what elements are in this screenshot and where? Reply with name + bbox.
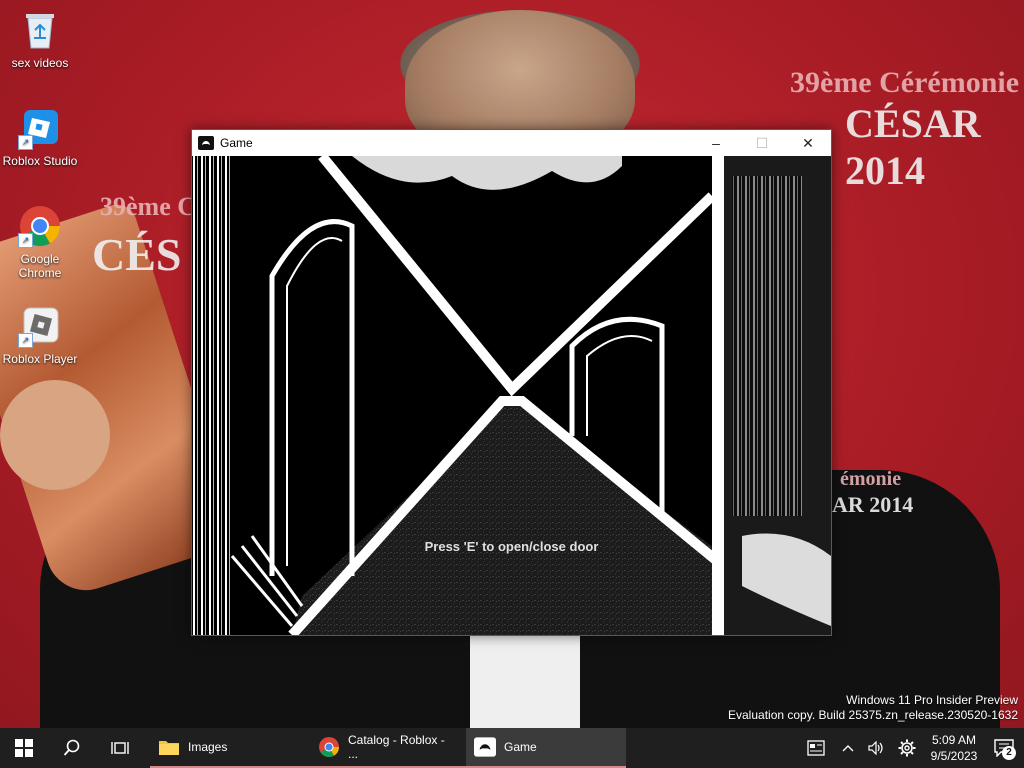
taskbar-app-label: Game	[504, 740, 537, 754]
chrome-icon: ↗	[18, 204, 62, 248]
wallpaper-text: émonie	[840, 468, 902, 490]
volume-icon	[868, 741, 883, 755]
taskbar-app-label: Images	[188, 740, 228, 754]
notification-count-badge: 2	[1002, 746, 1016, 760]
system-tray: 5:09 AM 9/5/2023 2	[798, 728, 1024, 768]
desktop-icon-roblox-studio[interactable]: ↗ Roblox Studio	[0, 106, 80, 168]
shortcut-arrow-icon: ↗	[18, 333, 33, 348]
news-button[interactable]	[798, 728, 834, 768]
desktop-icon-roblox-player[interactable]: ↗ Roblox Player	[0, 304, 80, 366]
wallpaper-person-shirt	[470, 620, 580, 728]
desktop-icon-google-chrome[interactable]: ↗ Google Chrome	[0, 204, 80, 280]
task-view-button[interactable]	[96, 728, 144, 768]
wallpaper-hand	[0, 380, 110, 490]
game-controller-icon	[198, 136, 214, 150]
start-button[interactable]	[0, 728, 48, 768]
settings-button[interactable]	[890, 728, 924, 768]
windows-start-icon	[15, 739, 33, 757]
recycle-bin-icon	[18, 8, 62, 52]
search-icon	[63, 739, 80, 756]
show-hidden-icons-button[interactable]	[834, 728, 862, 768]
minimize-button[interactable]: –	[693, 130, 739, 156]
wallpaper-text: CÉS	[92, 229, 182, 280]
watermark-line: Evaluation copy. Build 25375.zn_release.…	[728, 708, 1018, 722]
taskbar-app-game[interactable]: Game	[466, 728, 626, 768]
wallpaper-text: AR 2014	[832, 492, 914, 517]
desktop-icon-recycle-bin[interactable]: sex videos	[0, 8, 80, 70]
desktop-icon-label: Roblox Studio	[2, 154, 78, 168]
shortcut-arrow-icon: ↗	[18, 135, 33, 150]
game-hint-text: Press 'E' to open/close door	[424, 539, 599, 554]
wallpaper-text: 39ème Cérémonie	[790, 66, 1020, 99]
window-title: Game	[220, 136, 253, 150]
watermark-line: Windows 11 Pro Insider Preview	[846, 693, 1018, 707]
wallpaper-text: CÉSAR 2014	[845, 101, 981, 193]
folder-icon	[159, 741, 179, 755]
desktop-icon-label: Google Chrome	[18, 252, 62, 280]
news-icon	[807, 740, 825, 756]
notification-center-button[interactable]: 2	[984, 728, 1024, 768]
maximize-icon: ☐	[755, 134, 769, 151]
taskbar: Images Catalog - Roblox - ... Game 5:09 …	[0, 728, 1024, 768]
chrome-icon	[319, 737, 339, 757]
window-titlebar[interactable]: Game – ☐ ✕	[192, 130, 831, 156]
game-scene	[192, 156, 831, 635]
maximize-button[interactable]: ☐	[739, 130, 785, 156]
minimize-icon: –	[712, 135, 720, 151]
roblox-player-icon: ↗	[18, 304, 62, 348]
game-controller-icon	[474, 737, 496, 757]
task-view-icon	[111, 742, 129, 754]
chevron-up-icon	[842, 745, 854, 752]
clock-time: 5:09 AM	[931, 733, 977, 747]
clock-date: 9/5/2023	[930, 749, 978, 763]
windows-watermark: Windows 11 Pro Insider Preview Evaluatio…	[728, 693, 1018, 723]
roblox-studio-icon: ↗	[18, 106, 62, 150]
taskbar-app-images[interactable]: Images	[150, 728, 310, 768]
volume-button[interactable]	[862, 728, 890, 768]
search-button[interactable]	[48, 728, 96, 768]
taskbar-app-chrome[interactable]: Catalog - Roblox - ...	[310, 728, 466, 768]
shortcut-arrow-icon: ↗	[18, 233, 33, 248]
game-window[interactable]: Game – ☐ ✕ Press 'E' to open/close door	[191, 129, 832, 636]
close-button[interactable]: ✕	[785, 130, 831, 156]
close-icon: ✕	[802, 134, 814, 151]
taskbar-clock[interactable]: 5:09 AM 9/5/2023	[924, 732, 984, 764]
desktop-icon-label: sex videos	[11, 56, 69, 70]
settings-icon	[898, 739, 916, 757]
desktop-icon-label: Roblox Player	[2, 352, 78, 366]
game-viewport[interactable]: Press 'E' to open/close door	[192, 156, 831, 635]
taskbar-app-label: Catalog - Roblox - ...	[348, 733, 445, 761]
